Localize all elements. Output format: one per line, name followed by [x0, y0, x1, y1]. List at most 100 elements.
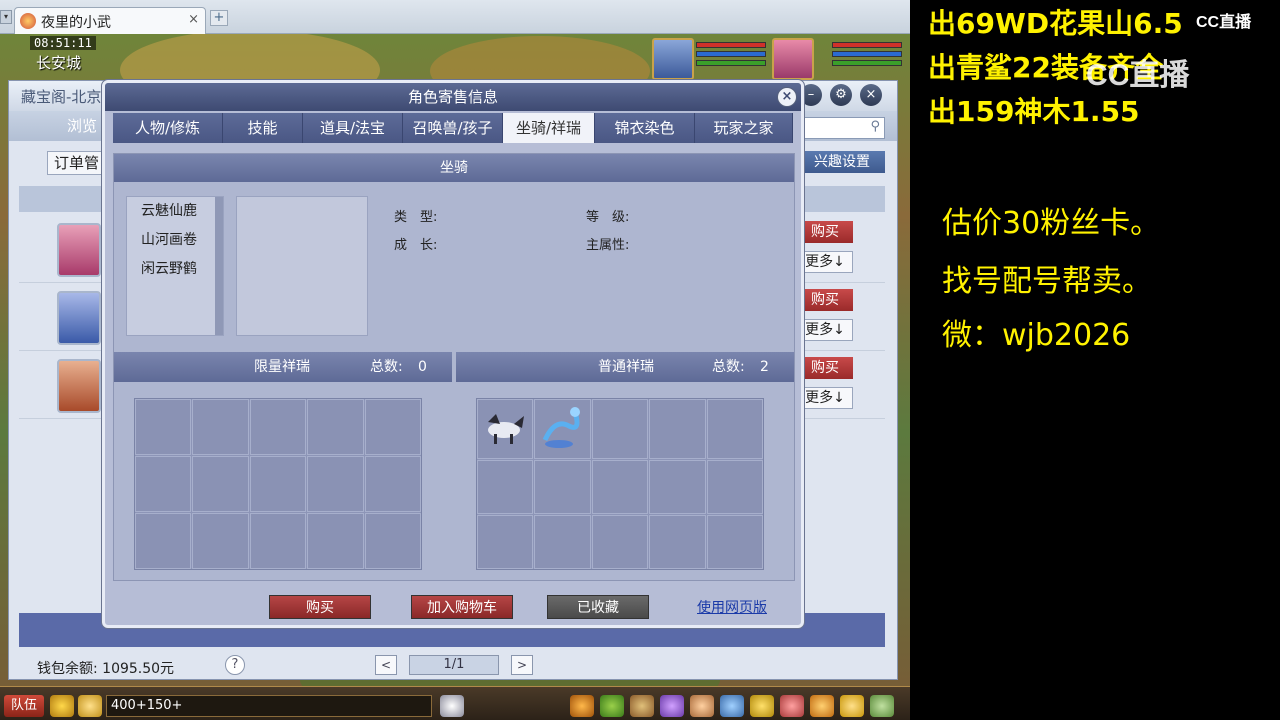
list-item[interactable]: 云魅仙鹿 — [127, 197, 223, 226]
buy-button[interactable]: 购买 — [797, 289, 853, 311]
tab-dropdown-button[interactable]: ▾ — [0, 10, 12, 24]
system-icon[interactable] — [870, 695, 894, 717]
quest-icon[interactable] — [600, 695, 624, 717]
tab-character[interactable]: 人物/修炼 — [113, 113, 223, 143]
search-icon[interactable]: ⚲ — [870, 119, 880, 134]
tab-close-button[interactable]: × — [188, 12, 199, 27]
more-button[interactable]: 更多↓ — [797, 387, 853, 409]
grid-slot[interactable] — [477, 515, 534, 569]
grid-slot[interactable] — [135, 456, 192, 512]
grid-slot[interactable] — [649, 399, 706, 459]
add-to-cart-button[interactable]: 加入购物车 — [411, 595, 513, 619]
chat-bubble-icon[interactable] — [78, 695, 102, 717]
grid-slot[interactable] — [364, 399, 421, 455]
web-version-link[interactable]: 使用网页版 — [697, 597, 767, 617]
grid-slot[interactable] — [534, 515, 591, 569]
microphone-icon[interactable] — [50, 695, 74, 717]
interest-settings-button[interactable]: 兴趣设置 — [799, 151, 885, 173]
mount-preview — [236, 196, 368, 336]
dialog-close-button[interactable]: × — [777, 87, 797, 107]
friend-icon[interactable] — [720, 695, 744, 717]
tab-outfits[interactable]: 锦衣染色 — [595, 113, 695, 143]
tab-items[interactable]: 道具/法宝 — [303, 113, 403, 143]
overlay-line: 出69WD花果山6.5 — [928, 7, 1183, 40]
grid-slot[interactable] — [307, 456, 364, 512]
scrollbar[interactable] — [215, 197, 223, 335]
settings-icon[interactable]: ⚙ — [830, 84, 852, 106]
grid-slot[interactable] — [249, 399, 307, 455]
browser-tab[interactable]: 夜里的小武 × — [14, 7, 206, 34]
xiangrui-item[interactable] — [477, 399, 534, 459]
mp-bar — [696, 51, 766, 57]
guild-icon[interactable] — [750, 695, 774, 717]
tab-pets[interactable]: 召唤兽/孩子 — [403, 113, 503, 143]
mall-icon[interactable] — [780, 695, 804, 717]
character-avatar[interactable] — [57, 291, 101, 345]
normal-section-header: 普通祥瑞 总数: 2 — [456, 352, 794, 382]
grid-slot[interactable] — [591, 460, 649, 514]
map-icon[interactable] — [630, 695, 654, 717]
buy-button[interactable]: 购买 — [797, 221, 853, 243]
grid-slot[interactable] — [477, 460, 534, 514]
grid-slot[interactable] — [364, 513, 421, 569]
new-tab-button[interactable]: + — [210, 10, 228, 26]
event-icon[interactable] — [810, 695, 834, 717]
tab-mounts[interactable]: 坐骑/祥瑞 — [503, 113, 595, 143]
close-icon[interactable]: × — [860, 84, 882, 106]
overlay-line: 估价30粉丝卡。 — [942, 206, 1161, 241]
skill-icon[interactable] — [660, 695, 684, 717]
grid-slot[interactable] — [591, 399, 649, 459]
emoji-icon[interactable] — [840, 695, 864, 717]
grid-slot[interactable] — [192, 456, 249, 512]
mount-list[interactable]: 云魅仙鹿 山河画卷 闲云野鹤 — [126, 196, 224, 336]
more-button[interactable]: 更多↓ — [797, 251, 853, 273]
grid-slot[interactable] — [649, 515, 706, 569]
favorited-button[interactable]: 已收藏 — [547, 595, 649, 619]
list-item[interactable]: 闲云野鹤 — [127, 255, 223, 284]
team-button[interactable]: 队伍 — [4, 695, 44, 717]
overlay-line: 找号配号帮卖。 — [942, 264, 1152, 299]
grid-slot[interactable] — [649, 460, 706, 514]
tab-skills[interactable]: 技能 — [223, 113, 303, 143]
grid-slot[interactable] — [192, 513, 249, 569]
panel-title: 坐骑 — [114, 154, 794, 182]
wallet-balance: 钱包余额: 1095.50元 — [37, 661, 175, 677]
grid-slot[interactable] — [706, 515, 763, 569]
next-page-button[interactable]: > — [511, 655, 533, 675]
main-attr-label: 主属性: — [586, 238, 630, 253]
limited-grid — [134, 398, 422, 570]
chat-input[interactable]: 400+150+ — [106, 695, 432, 717]
buy-button[interactable]: 购买 — [269, 595, 371, 619]
team-icon[interactable] — [690, 695, 714, 717]
page-indicator: 1/1 — [409, 655, 499, 675]
grid-slot[interactable] — [706, 399, 763, 459]
grid-slot[interactable] — [591, 515, 649, 569]
grid-slot[interactable] — [307, 513, 364, 569]
character-avatar[interactable] — [57, 223, 101, 277]
pet-avatar[interactable] — [772, 38, 814, 80]
grid-slot[interactable] — [307, 399, 364, 455]
xiangrui-item[interactable] — [534, 399, 591, 459]
item-icon[interactable] — [570, 695, 594, 717]
grid-slot[interactable] — [135, 513, 192, 569]
prev-page-button[interactable]: < — [375, 655, 397, 675]
grid-slot[interactable] — [364, 456, 421, 512]
tab-home[interactable]: 玩家之家 — [695, 113, 793, 143]
list-item[interactable]: 山河画卷 — [127, 226, 223, 255]
grid-slot[interactable] — [249, 513, 307, 569]
grid-slot[interactable] — [249, 456, 307, 512]
buy-button[interactable]: 购买 — [797, 357, 853, 379]
help-icon[interactable]: ? — [225, 655, 245, 675]
grid-slot[interactable] — [135, 399, 192, 455]
character-avatar[interactable] — [57, 359, 101, 413]
grid-slot[interactable] — [706, 460, 763, 514]
minimap-location[interactable]: 08:51:11 长安城 — [20, 36, 120, 76]
location-name: 长安城 — [36, 54, 82, 72]
nav-browse[interactable]: 浏览 — [67, 115, 97, 136]
grid-slot[interactable] — [192, 399, 249, 455]
sp-bar — [832, 60, 902, 66]
more-button[interactable]: 更多↓ — [797, 319, 853, 341]
player-avatar[interactable] — [652, 38, 694, 80]
pet-icon[interactable] — [440, 695, 464, 717]
grid-slot[interactable] — [534, 460, 591, 514]
